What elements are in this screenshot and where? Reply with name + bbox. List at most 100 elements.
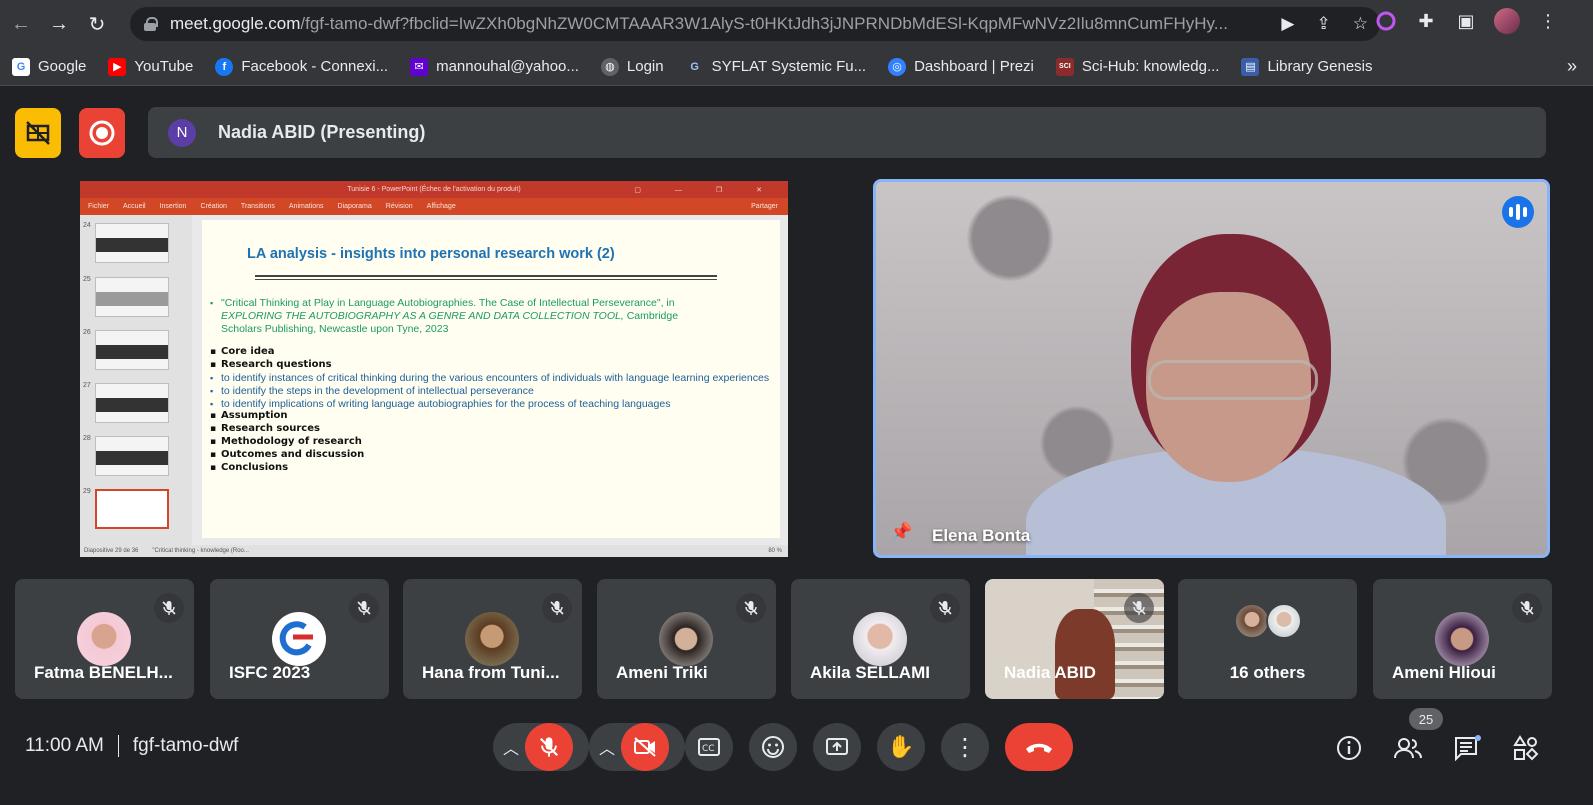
participant-tile[interactable]: Akila SELLAMI <box>791 579 970 699</box>
bullet-question: to identify instances of critical thinki… <box>210 372 770 385</box>
presenting-banner: N Nadia ABID (Presenting) <box>148 107 1546 158</box>
bullet-core-idea: Core idea <box>210 346 770 359</box>
meeting-details-button[interactable] <box>1334 733 1364 763</box>
more-vert-icon: ⋮ <box>953 733 977 761</box>
others-tile[interactable]: 16 others <box>1178 579 1357 699</box>
participant-name: Ameni Hlioui <box>1392 663 1496 682</box>
record-icon <box>89 120 115 146</box>
bookmark-label: Google <box>38 58 87 75</box>
avatar <box>1435 612 1489 666</box>
ribbon-tab: Création <box>200 203 227 210</box>
bookmark-yahoo-mail[interactable]: ✉ mannouhal@yahoo... <box>410 57 579 76</box>
scihub-icon: SCI <box>1055 57 1074 76</box>
thumb-number: 26 <box>83 329 91 336</box>
thumb-number: 27 <box>83 382 91 389</box>
more-menu-icon[interactable]: ⋮ <box>1536 9 1560 33</box>
activities-button[interactable] <box>1511 733 1541 763</box>
recording-button[interactable] <box>79 108 125 158</box>
bookmark-label: Login <box>626 58 664 75</box>
chat-button[interactable] <box>1452 733 1482 763</box>
share-icon[interactable]: ⇪ <box>1317 14 1331 34</box>
prezi-icon: ◎ <box>888 57 907 76</box>
slide-title-rule <box>255 275 717 280</box>
ribbon-tab: Révision <box>385 203 413 210</box>
hide-tiles-button[interactable] <box>15 108 61 158</box>
bookmark-library-genesis[interactable]: ▤ Library Genesis <box>1241 57 1373 76</box>
bookmark-label: YouTube <box>134 58 194 75</box>
citation-line: "Critical Thinking at Play in Language A… <box>221 297 675 309</box>
star-icon[interactable]: ☆ <box>1353 14 1368 34</box>
participant-tile[interactable]: Fatma BENELH... <box>15 579 194 699</box>
bookmark-login[interactable]: ◍ Login <box>600 57 664 76</box>
ribbon-tab: Transitions <box>240 203 275 210</box>
bullet-question: to identify the steps in the development… <box>210 385 770 398</box>
participant-tile[interactable]: Ameni Triki <box>597 579 776 699</box>
bookmark-syflat[interactable]: G SYFLAT Systemic Fu... <box>685 57 867 76</box>
ppt-title-bar: Tunisie 6 - PowerPoint (Échec de l'activ… <box>80 181 788 198</box>
url-text[interactable]: meet.google.com/fgf-tamo-dwf?fbclid=IwZX… <box>170 14 1230 34</box>
bookmark-scihub[interactable]: SCI Sci-Hub: knowledg... <box>1055 57 1219 76</box>
meeting-code: fgf-tamo-dwf <box>132 735 239 756</box>
active-speaker-tile[interactable]: 📌 Elena Bonta <box>873 179 1550 558</box>
bookmark-youtube[interactable]: ▶ YouTube <box>108 57 194 76</box>
bullet-question: to identify implications of writing lang… <box>210 398 770 411</box>
mic-off-icon <box>1512 593 1542 623</box>
bookmark-label: mannouhal@yahoo... <box>436 58 579 75</box>
leave-call-button[interactable] <box>1005 723 1073 771</box>
mic-toggle-button[interactable] <box>525 723 573 771</box>
activities-icon <box>1513 735 1539 761</box>
participant-tile-video[interactable]: Nadia ABID <box>985 579 1164 699</box>
profile-avatar[interactable] <box>1494 8 1520 34</box>
puzzle-icon[interactable]: ✚ <box>1414 9 1438 33</box>
google-icon: G <box>12 57 30 76</box>
thumb-number: 24 <box>83 222 91 229</box>
ppt-share-button: Partager <box>751 203 778 210</box>
slide-counter: Diapositive 29 de 36 <box>84 548 139 554</box>
mic-off-icon <box>542 593 572 623</box>
bookmark-google[interactable]: G Google <box>12 57 87 76</box>
video-options-chevron-icon[interactable]: ︿ <box>589 723 625 771</box>
citation-book-title: EXPLORING THE AUTOBIOGRAPHY AS A GENRE A… <box>221 309 624 322</box>
bookmark-label: Library Genesis <box>1267 58 1373 75</box>
participant-tile[interactable]: ISFC 2023 <box>210 579 389 699</box>
more-options-button[interactable]: ⋮ <box>941 723 989 771</box>
participant-tile[interactable]: Hana from Tuni... <box>403 579 582 699</box>
extension-circle-icon[interactable] <box>1374 9 1398 33</box>
bookmark-prezi[interactable]: ◎ Dashboard | Prezi <box>888 57 1034 76</box>
present-button[interactable] <box>813 723 861 771</box>
slide-thumbnail <box>95 223 169 263</box>
captions-button[interactable]: CC <box>685 723 733 771</box>
participant-tile[interactable]: Ameni Hlioui <box>1373 579 1552 699</box>
mic-off-icon <box>154 593 184 623</box>
slide-title: LA analysis - insights into personal res… <box>247 246 615 262</box>
audio-options-chevron-icon[interactable]: ︿ <box>493 723 529 771</box>
emoji-icon <box>762 736 784 758</box>
back-arrow-icon[interactable]: ← <box>4 7 38 41</box>
address-bar[interactable]: meet.google.com/fgf-tamo-dwf?fbclid=IwZX… <box>130 7 1380 41</box>
bookmark-label: SYFLAT Systemic Fu... <box>711 58 867 75</box>
notes-text: "Critical thinking - knowledge (Roo... <box>152 548 249 554</box>
speaking-indicator-icon <box>1502 196 1534 228</box>
reactions-button[interactable] <box>749 723 797 771</box>
people-button[interactable] <box>1393 733 1423 763</box>
avatar <box>1234 603 1270 639</box>
window-controls: ▢ — ❐ ✕ <box>634 186 778 194</box>
camera-toggle-button[interactable] <box>621 723 669 771</box>
ribbon-tab: Insertion <box>159 203 187 210</box>
others-count: 16 others <box>1229 663 1306 682</box>
side-panel-icon[interactable]: ▣ <box>1454 9 1478 33</box>
chevron-right-icon[interactable]: » <box>1567 56 1577 77</box>
camera-icon[interactable]: ▶ <box>1281 14 1294 34</box>
slide-thumbnail-selected <box>95 489 169 529</box>
raise-hand-button[interactable]: ✋ <box>877 723 925 771</box>
bullet-research-questions: Research questions <box>210 359 770 372</box>
reload-icon[interactable]: ↻ <box>80 7 114 41</box>
shared-screen[interactable]: Tunisie 6 - PowerPoint (Échec de l'activ… <box>80 181 788 557</box>
bookmark-facebook[interactable]: f Facebook - Connexi... <box>215 57 388 76</box>
pin-icon[interactable]: 📌 <box>890 522 912 543</box>
forward-arrow-icon[interactable]: → <box>42 7 76 41</box>
citation-line: Scholars Publishing, Newcastle upon Tyne… <box>221 322 449 335</box>
youtube-icon: ▶ <box>108 57 127 76</box>
captions-icon: CC <box>698 738 720 756</box>
syflat-icon: G <box>685 57 704 76</box>
